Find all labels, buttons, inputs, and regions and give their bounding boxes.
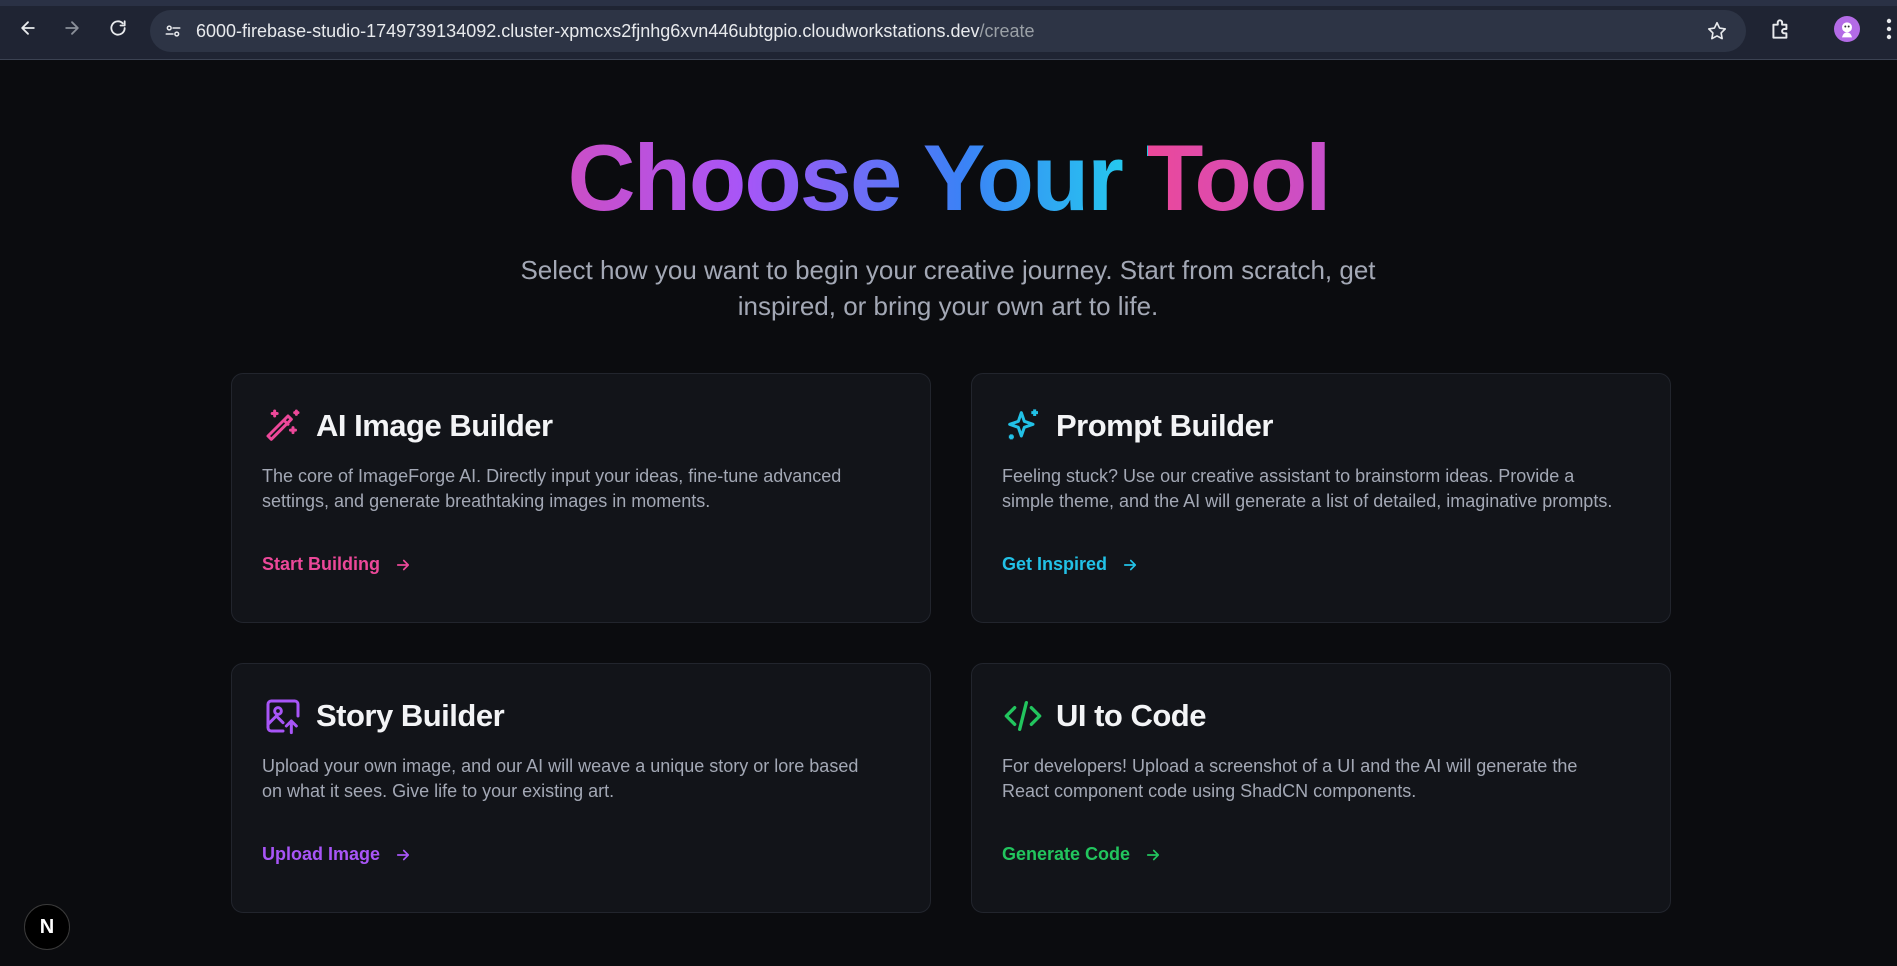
- card-ui-to-code[interactable]: UI to Code For developers! Upload a scre…: [971, 663, 1671, 913]
- arrow-right-icon: [396, 849, 410, 860]
- dev-badge-label: N: [39, 915, 55, 938]
- page-content: Choose Your Tool Select how you want to …: [0, 61, 1897, 966]
- address-bar[interactable]: 6000-firebase-studio-1749739134092.clust…: [150, 10, 1746, 52]
- card-description: For developers! Upload a screenshot of a…: [1002, 754, 1652, 804]
- card-description-line-1: Upload your own image, and our AI will w…: [262, 756, 859, 776]
- upload-image-link[interactable]: Upload Image: [262, 844, 412, 865]
- link-label: Upload Image: [262, 844, 381, 864]
- card-story-builder[interactable]: Story Builder Upload your own image, and…: [231, 663, 931, 913]
- site-info-icon[interactable]: [162, 20, 184, 42]
- avatar-icon: [1842, 22, 1852, 38]
- browser-toolbar: 6000-firebase-studio-1749739134092.clust…: [0, 0, 1897, 60]
- arrow-right-icon: [65, 21, 79, 35]
- card-description-line-2: simple theme, and the AI will generate a…: [1002, 491, 1613, 511]
- magic-wand-icon: [262, 405, 304, 447]
- back-button[interactable]: [14, 14, 42, 42]
- bookmark-star-icon[interactable]: [1706, 20, 1728, 42]
- card-header: Story Builder: [262, 694, 505, 738]
- sparkles-icon: [1002, 405, 1044, 447]
- url-path: /create: [979, 21, 1035, 41]
- card-description-line-1: For developers! Upload a screenshot of a…: [1002, 756, 1578, 776]
- card-header: AI Image Builder: [262, 404, 553, 448]
- link-label: Get Inspired: [1002, 554, 1108, 574]
- card-title: UI to Code: [1056, 698, 1207, 733]
- code-icon: [1002, 695, 1044, 737]
- card-description: Upload your own image, and our AI will w…: [262, 754, 912, 804]
- arrow-right-icon: [1146, 849, 1160, 860]
- page-subtitle: Select how you want to begin your creati…: [498, 252, 1398, 324]
- card-title: Story Builder: [316, 698, 505, 733]
- reload-icon: [110, 20, 126, 36]
- card-description-line-2: settings, and generate breathtaking imag…: [262, 491, 711, 511]
- card-prompt-builder[interactable]: Prompt Builder Feeling stuck? Use our cr…: [971, 373, 1671, 623]
- card-description-line-2: React component code using ShadCN compon…: [1002, 781, 1417, 801]
- browser-menu-icon[interactable]: [1884, 16, 1894, 42]
- page-subtitle-line-2: inspired, or bring your own art to life.: [737, 291, 1159, 321]
- card-description-line-1: Feeling stuck? Use our creative assistan…: [1002, 466, 1575, 486]
- card-description: Feeling stuck? Use our creative assistan…: [1002, 464, 1652, 514]
- url-host: 6000-firebase-studio-1749739134092.clust…: [196, 21, 980, 41]
- card-title: Prompt Builder: [1056, 408, 1273, 443]
- link-label: Generate Code: [1002, 844, 1131, 864]
- card-description-line-2: on what it sees. Give life to your exist…: [262, 781, 615, 801]
- arrow-left-icon: [21, 21, 35, 35]
- start-building-link[interactable]: Start Building: [262, 554, 412, 575]
- page-title: Choose Your Tool: [0, 123, 1897, 233]
- card-header: Prompt Builder: [1002, 404, 1273, 448]
- arrow-right-icon: [1123, 559, 1137, 570]
- url-text[interactable]: 6000-firebase-studio-1749739134092.clust…: [196, 10, 1035, 52]
- reload-button[interactable]: [104, 14, 132, 42]
- link-label: Start Building: [262, 554, 380, 574]
- card-description-line-1: The core of ImageForge AI. Directly inpu…: [262, 466, 842, 486]
- get-inspired-link[interactable]: Get Inspired: [1002, 554, 1139, 575]
- forward-button[interactable]: [58, 14, 86, 42]
- image-upload-icon: [262, 695, 304, 737]
- card-title: AI Image Builder: [316, 408, 553, 443]
- arrow-right-icon: [396, 559, 410, 570]
- extensions-icon[interactable]: [1768, 16, 1794, 42]
- card-header: UI to Code: [1002, 694, 1207, 738]
- page-title-text: Choose Your Tool: [567, 125, 1332, 230]
- generate-code-link[interactable]: Generate Code: [1002, 844, 1162, 865]
- page-subtitle-line-1: Select how you want to begin your creati…: [520, 255, 1376, 285]
- card-description: The core of ImageForge AI. Directly inpu…: [262, 464, 912, 514]
- browser-tab-strip: [0, 0, 1897, 6]
- profile-avatar[interactable]: [1834, 16, 1860, 42]
- card-ai-image-builder[interactable]: AI Image Builder The core of ImageForge …: [231, 373, 931, 623]
- nextjs-dev-indicator[interactable]: N: [24, 904, 70, 950]
